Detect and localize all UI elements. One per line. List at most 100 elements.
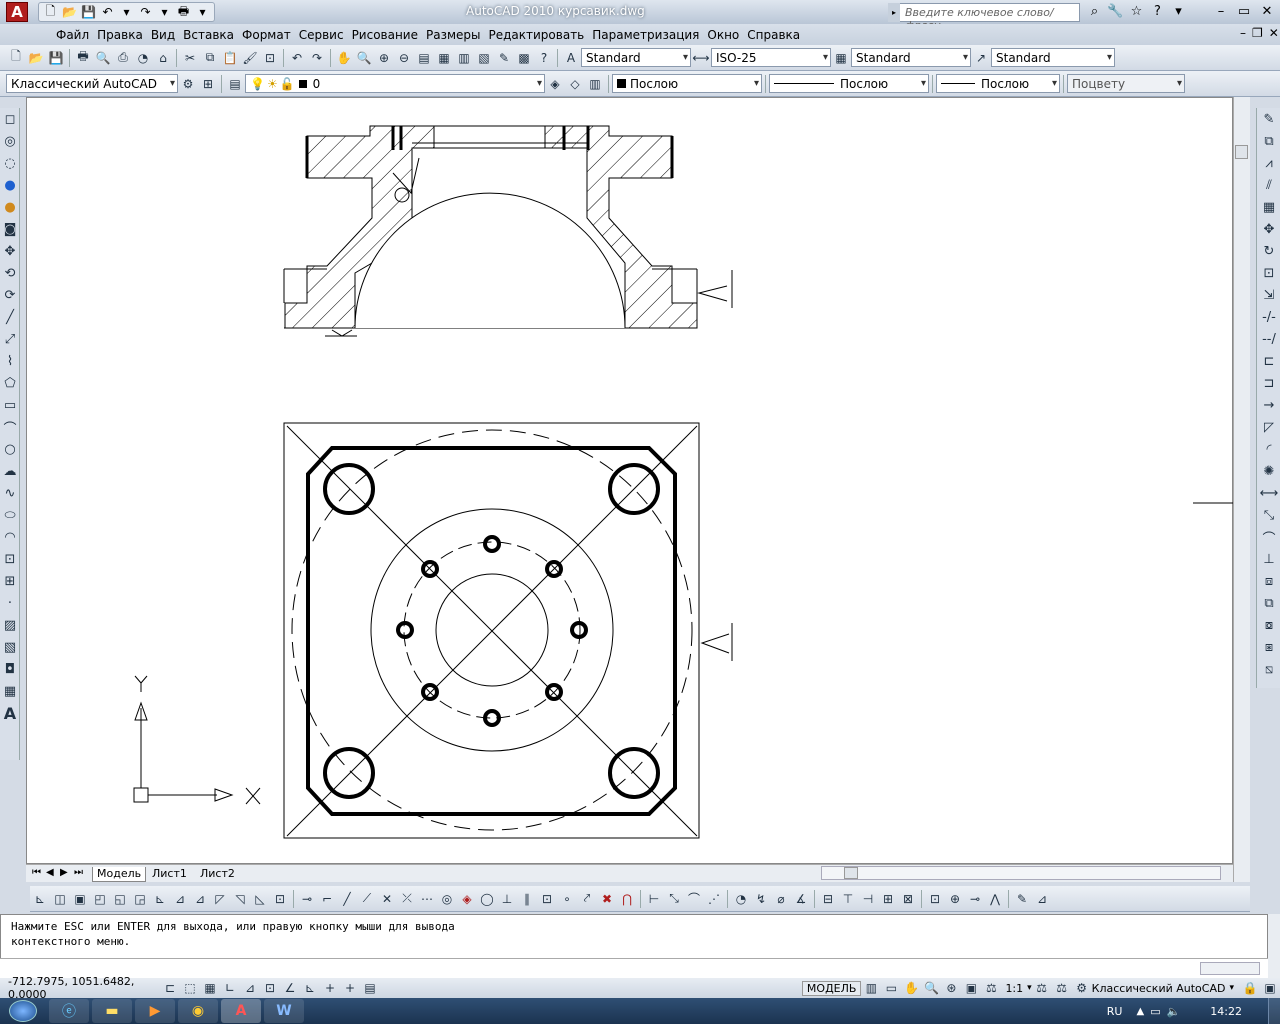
application-menu-button[interactable]: A <box>0 0 34 24</box>
menu-edit[interactable]: Правка <box>93 28 147 42</box>
doc-close-button[interactable]: ✕ <box>1269 26 1279 40</box>
explode-icon[interactable]: ✺ <box>1257 460 1280 482</box>
dim-baseline-icon[interactable]: ⊤ <box>838 889 858 909</box>
text-style-icon[interactable]: A <box>561 48 581 68</box>
arc-icon[interactable]: ⌒ <box>0 416 20 438</box>
quick-view-drawings-icon[interactable]: ▭ <box>881 979 901 997</box>
ucs-view-icon[interactable]: ◺ <box>250 889 270 909</box>
solid-sphere-icon[interactable]: ● <box>0 174 20 196</box>
taskbar-ie[interactable]: ⓔ <box>49 999 89 1023</box>
doc-minimize-button[interactable]: – <box>1240 26 1246 40</box>
markup-icon[interactable]: ✎ <box>494 48 514 68</box>
trim-icon[interactable]: -/- <box>1257 306 1280 328</box>
paste-icon[interactable]: 📋 <box>220 48 240 68</box>
binoculars-icon[interactable]: ⌕ <box>1086 3 1103 20</box>
copy-icon[interactable]: ⧉ <box>200 48 220 68</box>
workspace-settings-icon[interactable]: ⚙ <box>178 74 198 94</box>
osnap-icon[interactable]: ⊡ <box>260 979 280 997</box>
table-style-select[interactable]: Standard <box>851 48 971 67</box>
etransmit-icon[interactable]: ⌂ <box>153 48 173 68</box>
network-icon[interactable]: ▭ <box>1150 1005 1160 1018</box>
tolerance-icon[interactable]: ⊡ <box>925 889 945 909</box>
scale-icon[interactable]: ⊡ <box>1257 262 1280 284</box>
send-back-icon[interactable]: ⧇ <box>1257 614 1280 636</box>
tab-layout2[interactable]: Лист2 <box>196 867 239 882</box>
draw-order-icon[interactable]: ⧈ <box>1257 570 1280 592</box>
spline-icon[interactable]: ∿ <box>0 482 20 504</box>
taskbar-media[interactable]: ▶ <box>135 999 175 1023</box>
sphere-icon[interactable]: ◎ <box>0 130 20 152</box>
horizontal-scroll-thumb[interactable] <box>844 867 858 879</box>
box-icon[interactable]: ◻ <box>0 108 20 130</box>
workspace-status-label[interactable]: Классический AutoCAD <box>1092 982 1230 995</box>
pan-status-icon[interactable]: ✋ <box>901 979 921 997</box>
front-view-icon[interactable]: ◱ <box>110 889 130 909</box>
annotation-visibility-icon[interactable]: ⚖ <box>1032 979 1052 997</box>
taskbar-explorer[interactable]: ▬ <box>92 999 132 1023</box>
volume-icon[interactable]: 🔈 <box>1167 1005 1181 1018</box>
plan-view[interactable] <box>283 422 1234 839</box>
lock-ui-icon[interactable]: 🔒 <box>1240 979 1260 997</box>
make-object-layer-current-icon[interactable]: ◈ <box>545 74 565 94</box>
vertical-scrollbar[interactable] <box>1233 97 1250 882</box>
menu-parametric[interactable]: Параметризация <box>588 28 703 42</box>
vertical-scroll-thumb[interactable] <box>1235 145 1248 159</box>
favorites-icon[interactable]: ☆ <box>1128 3 1145 20</box>
auto-scale-icon[interactable]: ⚖ <box>1052 979 1072 997</box>
workspace-save-icon[interactable]: ⊞ <box>198 74 218 94</box>
dim-style-icon[interactable]: ⟷ <box>691 48 711 68</box>
mtext-icon[interactable]: A <box>0 702 20 724</box>
mirror-icon[interactable]: ⩘ <box>1257 152 1280 174</box>
zoom-window-icon[interactable]: ⊕ <box>374 48 394 68</box>
taskbar-autocad[interactable]: A <box>221 999 261 1023</box>
command-input[interactable] <box>0 958 1268 978</box>
minimize-button[interactable]: – <box>1210 3 1232 20</box>
break-icon[interactable]: ⊐ <box>1257 372 1280 394</box>
ducs-icon[interactable]: ⊾ <box>300 979 320 997</box>
inspection-icon[interactable]: ⊸ <box>965 889 985 909</box>
showmotion-icon[interactable]: ▣ <box>961 979 981 997</box>
help-toolbar-icon[interactable]: ? <box>534 48 554 68</box>
iso-view-icon[interactable]: ◲ <box>130 889 150 909</box>
zoom-realtime-icon[interactable]: 🔍 <box>354 48 374 68</box>
quick-dim-icon[interactable]: ⊟ <box>818 889 838 909</box>
snap-intersection-icon[interactable]: ✕ <box>377 889 397 909</box>
horizontal-scrollbar[interactable] <box>821 866 1221 880</box>
section-view[interactable] <box>283 125 733 337</box>
cut-icon[interactable]: ✂ <box>180 48 200 68</box>
snap-perpendicular-icon[interactable]: ⊥ <box>497 889 517 909</box>
table-icon[interactable]: ▦ <box>0 680 20 702</box>
close-button[interactable]: ✕ <box>1256 3 1278 20</box>
tools-icon[interactable]: 🔧 <box>1107 3 1124 20</box>
revision-cloud-icon[interactable]: ☁ <box>0 460 20 482</box>
search-expand-icon[interactable]: ▸ <box>888 3 900 22</box>
snap-nearest-icon[interactable]: ⤤ <box>577 889 597 909</box>
aligned-dim-icon[interactable]: ⤡ <box>1257 504 1280 526</box>
snap-center-icon[interactable]: ◎ <box>437 889 457 909</box>
hatch-icon[interactable]: ▨ <box>0 614 20 636</box>
match-properties-icon[interactable]: 🖌 <box>240 48 260 68</box>
snap-midpoint-icon[interactable]: ⟋ <box>357 889 377 909</box>
ucs-z-icon[interactable]: ⊿ <box>170 889 190 909</box>
doc-restore-button[interactable]: ❐ <box>1252 26 1263 40</box>
qnew-icon[interactable]: 🗋 <box>6 48 26 68</box>
torus-icon[interactable]: ◌ <box>0 152 20 174</box>
drawing-area[interactable] <box>26 97 1234 864</box>
new-icon[interactable]: 🗋 <box>42 4 59 20</box>
open-icon[interactable]: 📂 <box>61 4 78 20</box>
erase-icon[interactable]: ✎ <box>1257 108 1280 130</box>
fillet-icon[interactable]: ◜ <box>1257 438 1280 460</box>
annotation-scale-value[interactable]: 1:1 <box>1001 982 1027 995</box>
plot-icon[interactable]: 🖶 <box>175 4 192 20</box>
bring-front-icon[interactable]: ⧉ <box>1257 592 1280 614</box>
3d-dwf-icon[interactable]: ◔ <box>133 48 153 68</box>
clean-screen-icon[interactable]: ▣ <box>1260 979 1280 997</box>
array-icon[interactable]: ▦ <box>1257 196 1280 218</box>
rotate-icon[interactable]: ↻ <box>1257 240 1280 262</box>
snap-tracking-icon[interactable]: ⊸ <box>297 889 317 909</box>
multileader-style-icon[interactable]: ↗ <box>971 48 991 68</box>
menu-insert[interactable]: Вставка <box>179 28 238 42</box>
color-select[interactable]: Послою <box>612 74 762 93</box>
menu-help[interactable]: Справка <box>743 28 804 42</box>
menu-file[interactable]: Файл <box>52 28 93 42</box>
